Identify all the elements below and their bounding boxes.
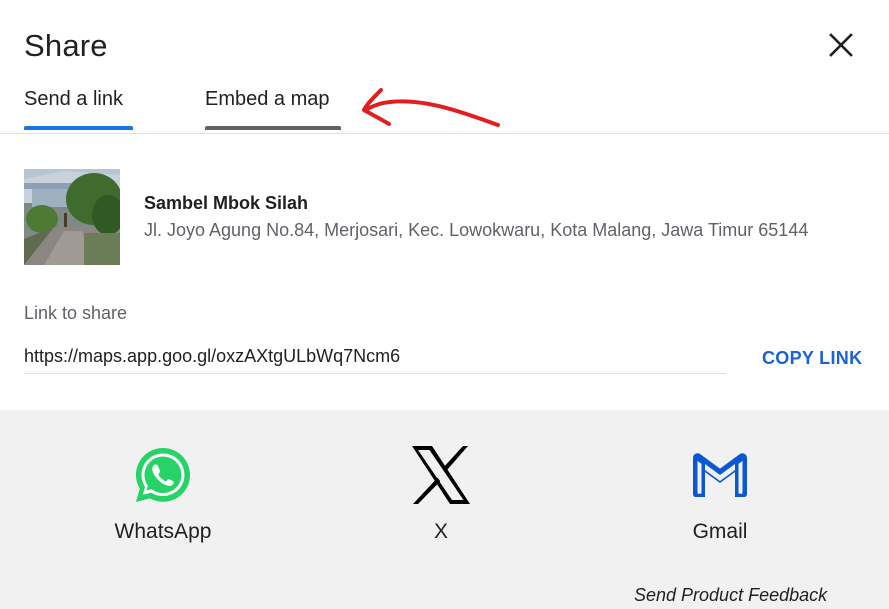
hover-tab-indicator: [205, 126, 341, 130]
whatsapp-icon: [136, 448, 190, 502]
dialog-title: Share: [24, 28, 108, 63]
x-icon: [412, 446, 470, 504]
share-dialog: Share Send a link Embed a map Sambel Mbo…: [0, 0, 889, 609]
active-tab-indicator: [24, 126, 133, 130]
gmail-icon: [693, 453, 747, 497]
share-targets-panel: WhatsApp X Gmail Send Product Feedback: [0, 410, 889, 609]
place-name: Sambel Mbok Silah: [144, 193, 309, 213]
share-x-button[interactable]: X: [361, 444, 521, 554]
share-whatsapp-button[interactable]: WhatsApp: [83, 444, 243, 554]
whatsapp-label: WhatsApp: [114, 520, 212, 543]
link-label: Link to share: [24, 303, 128, 323]
share-gmail-button[interactable]: Gmail: [640, 444, 800, 554]
copy-link-button[interactable]: COPY LINK: [762, 348, 862, 369]
share-link-input[interactable]: [24, 340, 726, 374]
place-summary: Sambel Mbok Silah Jl. Joyo Agung No.84, …: [24, 169, 874, 265]
close-button[interactable]: [826, 30, 856, 60]
send-feedback-link[interactable]: Send Product Feedback: [634, 585, 827, 606]
tab-send-a-link[interactable]: Send a link: [24, 88, 123, 127]
red-arrow-annotation: [362, 88, 500, 127]
tab-embed-a-map[interactable]: Embed a map: [205, 88, 330, 127]
close-icon: [829, 33, 853, 57]
x-label: X: [433, 520, 448, 543]
place-address: Jl. Joyo Agung No.84, Merjosari, Kec. Lo…: [144, 220, 809, 240]
place-photo: [24, 169, 120, 265]
gmail-label: Gmail: [692, 520, 748, 543]
